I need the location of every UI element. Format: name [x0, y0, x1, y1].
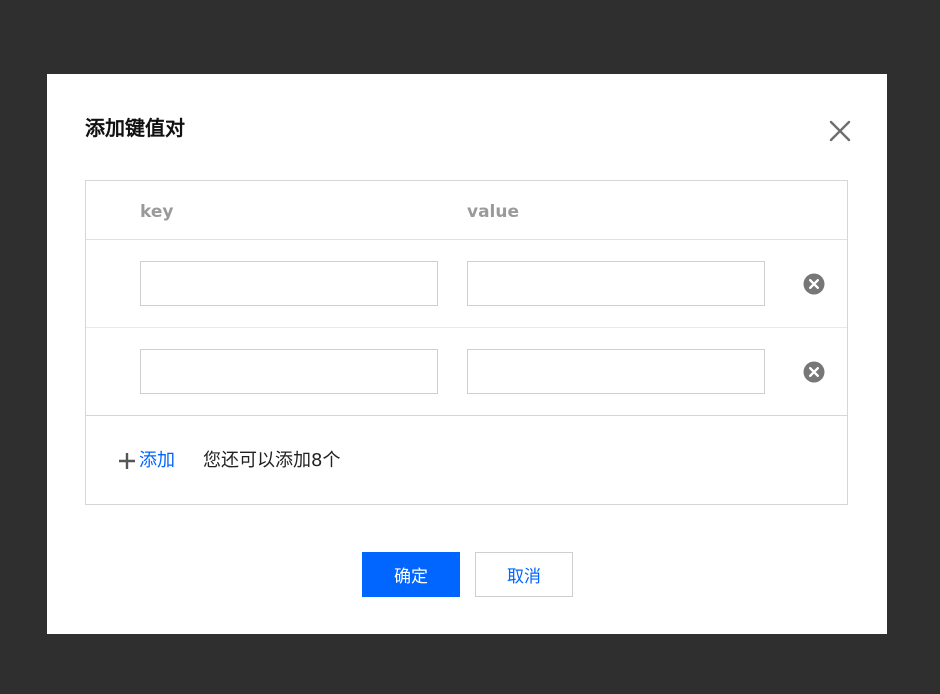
close-icon	[829, 120, 851, 142]
plus-icon	[119, 453, 135, 469]
dialog-title: 添加键值对	[85, 116, 185, 140]
table-row	[86, 240, 847, 328]
confirm-button[interactable]: 确定	[362, 552, 460, 597]
delete-row-button[interactable]	[803, 361, 825, 383]
column-header-value: value	[467, 202, 520, 222]
table-row	[86, 328, 847, 416]
close-button[interactable]	[828, 119, 852, 143]
table-header: key value	[86, 181, 847, 240]
remove-circle-icon	[803, 361, 825, 383]
add-row-area: 添加 您还可以添加8个	[86, 416, 847, 506]
key-input[interactable]	[140, 349, 438, 394]
add-row-label: 添加	[139, 450, 175, 471]
value-input[interactable]	[467, 261, 765, 306]
delete-row-button[interactable]	[803, 273, 825, 295]
column-header-key: key	[140, 202, 174, 222]
add-row-button[interactable]: 添加	[119, 449, 175, 473]
cancel-button[interactable]: 取消	[475, 552, 573, 597]
value-input[interactable]	[467, 349, 765, 394]
remaining-count-text: 您还可以添加8个	[203, 450, 341, 471]
remove-circle-icon	[803, 273, 825, 295]
key-value-table: key value 添加 您还可以添加8个	[85, 180, 848, 505]
add-key-value-dialog: 添加键值对 key value 添加 您还可以添加8个 确定 取消	[47, 74, 887, 634]
key-input[interactable]	[140, 261, 438, 306]
